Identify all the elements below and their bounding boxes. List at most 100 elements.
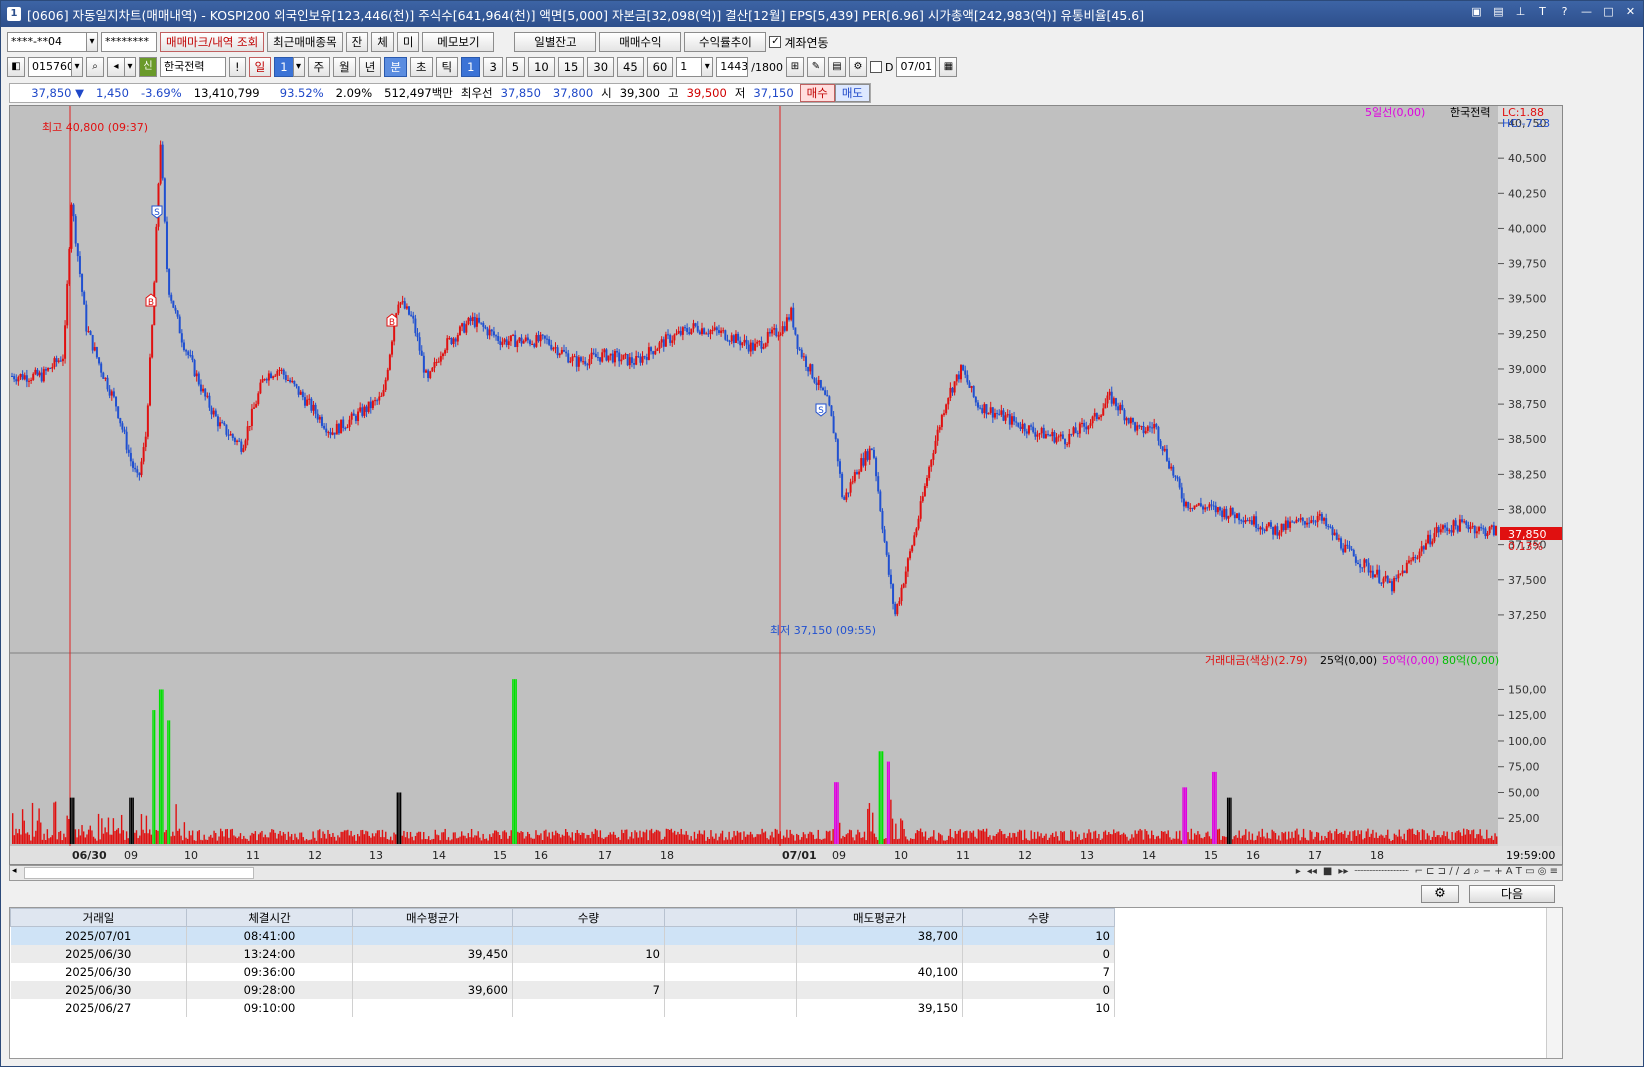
maximize-icon[interactable]: □ <box>1602 5 1615 19</box>
col-buy-qty[interactable]: 수량 <box>512 908 665 927</box>
password-field[interactable]: ******** <box>101 32 157 52</box>
candle-body <box>1231 507 1234 515</box>
stop-icon[interactable]: ■ <box>1323 866 1332 880</box>
day-count-select[interactable]: 1 <box>274 57 294 77</box>
volume-bar <box>662 838 664 844</box>
col-sell-avg[interactable]: 매도평균가 <box>796 908 963 927</box>
interval-60-button[interactable]: 60 <box>646 57 674 77</box>
sell-marker[interactable]: S <box>815 403 827 417</box>
col-buy-avg[interactable]: 매수평균가 <box>352 908 513 927</box>
col-sell-qty[interactable]: 수량 <box>962 908 1115 927</box>
price-chart[interactable]: 40,750 40,500 40,250 40,000 39,750 39,500 39,2… <box>9 105 1563 865</box>
table-row[interactable]: 2025/06/30 13:24:00 39,450 10 0 <box>10 944 1115 963</box>
table-row[interactable]: 2025/07/01 08:41:00 38,700 10 <box>10 926 1115 945</box>
volume-bar <box>523 838 526 844</box>
drawing-tools-icon[interactable]: ⌐ ⊏ ⊐ ∕ ∕ ⊿ ⌕ − + A T ▭ ◎ ≡ <box>1415 866 1558 880</box>
table-row[interactable]: 2025/06/27 09:10:00 39,150 10 <box>10 998 1115 1017</box>
indicator-icon[interactable]: ⊞ <box>786 57 804 77</box>
col-exec-time[interactable]: 체결시간 <box>186 908 353 927</box>
scroll-left-icon[interactable]: ◂ <box>12 866 17 876</box>
table-row[interactable]: 2025/06/30 09:36:00 40,100 7 <box>10 962 1115 981</box>
rewind-icon[interactable]: ◂◂ <box>1307 866 1317 880</box>
col-trade-date[interactable]: 거래일 <box>10 908 187 927</box>
candle-body <box>1178 478 1181 488</box>
chevron-down-icon[interactable]: ▾ <box>71 57 83 77</box>
volume-bar <box>964 831 966 844</box>
bar-count-input[interactable]: 1443 <box>716 57 749 77</box>
period-day-button[interactable]: 일 <box>248 57 272 77</box>
candle-body <box>1199 503 1202 507</box>
recent-trades-button[interactable]: 최근매매종목 <box>267 32 343 52</box>
volume-bar <box>1177 838 1179 844</box>
count-select[interactable]: 1 <box>676 57 703 77</box>
interval-3-button[interactable]: 3 <box>483 57 503 77</box>
daily-balance-button[interactable]: 일별잔고 <box>514 32 597 52</box>
help-icon[interactable]: ? <box>1558 5 1571 19</box>
candle-body <box>11 376 13 377</box>
play-icon[interactable]: ▸ <box>1296 866 1301 880</box>
interval-15-button[interactable]: 15 <box>557 57 585 77</box>
gear-icon[interactable]: ⚙ <box>849 57 867 77</box>
table-scrollbar[interactable] <box>1546 908 1562 1058</box>
executed-button[interactable]: 체 <box>371 32 394 52</box>
memo-button[interactable]: 메모보기 <box>422 32 495 52</box>
stock-code-input[interactable]: 015760 <box>28 57 72 77</box>
candle-body <box>1032 426 1035 433</box>
trade-profit-button[interactable]: 매매수익 <box>599 32 682 52</box>
speaker-icon[interactable]: ◂ <box>107 57 125 77</box>
chevron-down-icon[interactable]: ▾ <box>124 57 136 77</box>
chart-scrollbar[interactable]: ◂ ▸ ◂◂ ■ ▸▸ ┈┈┈┈┈┈┈┈┈ ⌐ ⊏ ⊐ ∕ ∕ ⊿ ⌕ − + … <box>9 865 1563 881</box>
interval-30-button[interactable]: 30 <box>587 57 615 77</box>
zoom-slider[interactable]: ┈┈┈┈┈┈┈┈┈ <box>1354 866 1408 880</box>
scroll-thumb[interactable] <box>24 867 254 879</box>
layout-icon[interactable]: ▣ <box>1470 5 1483 19</box>
interval-10-button[interactable]: 10 <box>528 57 555 77</box>
tile-icon[interactable]: ▤ <box>1492 5 1505 19</box>
return-trend-button[interactable]: 수익률추이 <box>684 32 767 52</box>
table-settings-button[interactable]: ⚙ <box>1421 885 1459 903</box>
draw-tool-icon[interactable]: ✎ <box>807 57 825 77</box>
interval-1-button[interactable]: 1 <box>461 57 481 77</box>
interval-5-button[interactable]: 5 <box>505 57 526 77</box>
interval-45-button[interactable]: 45 <box>617 57 644 77</box>
chart-canvas[interactable]: 40,75040,50040,25040,00039,75039,50039,2… <box>10 106 1562 864</box>
close-icon[interactable]: ✕ <box>1624 5 1637 19</box>
candle-body <box>248 425 251 427</box>
chevron-down-icon[interactable]: ▾ <box>701 57 714 77</box>
buy-button[interactable]: 매수 <box>799 84 835 102</box>
panel-icon[interactable]: ◧ <box>7 57 25 77</box>
chevron-down-icon[interactable]: ▾ <box>86 32 98 52</box>
sell-marker[interactable]: S <box>151 205 163 219</box>
account-select[interactable]: ****-**04 <box>7 32 87 52</box>
stock-name-field[interactable]: 한국전력 <box>160 57 226 77</box>
volume-bar <box>777 833 780 844</box>
save-icon[interactable]: ▤ <box>828 57 846 77</box>
calendar-icon[interactable]: ▦ <box>939 57 958 77</box>
candle-body <box>1221 510 1224 518</box>
search-icon[interactable]: ⌕ <box>86 57 104 77</box>
table-row[interactable]: 2025/06/30 09:28:00 39,600 7 0 <box>10 980 1115 999</box>
period-minute-button[interactable]: 분 <box>384 57 407 77</box>
period-year-button[interactable]: 년 <box>358 57 382 77</box>
candle-body <box>1210 504 1213 506</box>
date-input[interactable]: 07/01 <box>896 57 937 77</box>
period-tick-button[interactable]: 틱 <box>435 57 459 77</box>
date-checkbox[interactable] <box>870 61 882 73</box>
chevron-down-icon[interactable]: ▾ <box>292 57 305 77</box>
unfilled-button[interactable]: 미 <box>396 32 420 52</box>
volume-bar <box>418 831 420 844</box>
candle-body <box>348 419 351 428</box>
pin-icon[interactable]: ⊥ <box>1514 5 1527 19</box>
minimize-icon[interactable]: — <box>1580 5 1593 19</box>
account-link-checkbox[interactable]: ✓ <box>769 36 782 48</box>
period-week-button[interactable]: 주 <box>307 57 331 77</box>
trade-mark-query-button[interactable]: 매매마크/내역 조회 <box>160 32 265 52</box>
alert-button[interactable]: ! <box>229 57 246 77</box>
period-month-button[interactable]: 월 <box>333 57 356 77</box>
next-button[interactable]: 다음 <box>1469 885 1555 903</box>
balance-button[interactable]: 잔 <box>345 32 369 52</box>
sell-button[interactable]: 매도 <box>834 84 871 102</box>
period-second-button[interactable]: 초 <box>409 57 433 77</box>
font-icon[interactable]: T <box>1536 5 1549 19</box>
fast-forward-icon[interactable]: ▸▸ <box>1338 866 1348 880</box>
